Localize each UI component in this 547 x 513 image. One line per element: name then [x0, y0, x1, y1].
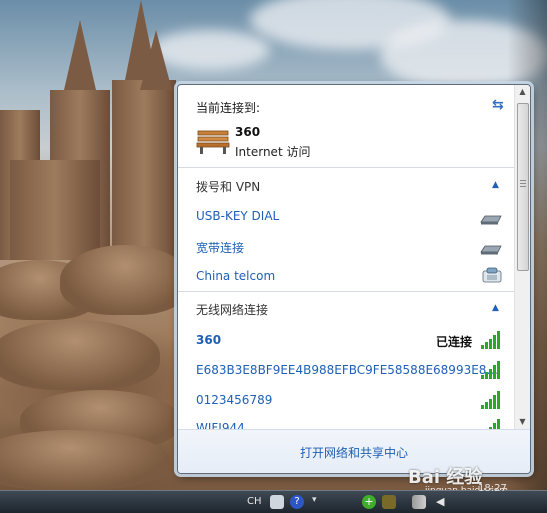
- currently-connected-label: 当前连接到:: [196, 101, 261, 115]
- wifi-wifi944[interactable]: WIFI944: [196, 421, 245, 429]
- wifi-360[interactable]: 360: [196, 333, 221, 347]
- refresh-icon[interactable]: ⇆: [492, 97, 504, 113]
- wireless-header[interactable]: 无线网络连接: [196, 301, 268, 318]
- scroll-thumb[interactable]: [517, 103, 529, 271]
- modem-icon: [480, 215, 502, 225]
- signal-icon: [481, 331, 500, 349]
- scrollbar[interactable]: ▲ ▼: [514, 85, 530, 429]
- dialup-vpn-header[interactable]: 拨号和 VPN: [196, 178, 260, 195]
- ime-indicator[interactable]: CH: [247, 496, 262, 507]
- tray-app-icon[interactable]: [382, 495, 396, 509]
- scroll-up-icon[interactable]: ▲: [515, 85, 530, 99]
- connection-broadband[interactable]: 宽带连接: [196, 239, 244, 256]
- current-network-status: Internet 访问: [235, 145, 311, 159]
- connection-list: 当前连接到: ⇆ 360 Internet 访问 拨号和 VPN ▲ USB-K…: [178, 85, 514, 429]
- divider: [178, 291, 514, 292]
- wifi-0123456789[interactable]: 0123456789: [196, 393, 272, 407]
- modem-icon: [480, 245, 502, 255]
- expand-tray-icon[interactable]: ▾: [312, 495, 326, 509]
- phone-icon: [482, 267, 502, 283]
- current-network-name: 360: [235, 125, 261, 139]
- open-network-sharing-center-link[interactable]: 打开网络和共享中心: [178, 444, 530, 461]
- keyboard-icon[interactable]: [270, 495, 284, 509]
- help-icon[interactable]: ?: [290, 495, 304, 509]
- taskbar: CH ? ▾ + ◀ 18:27: [0, 483, 547, 513]
- connected-status: 已连接: [436, 335, 473, 349]
- volume-icon[interactable]: ◀: [436, 495, 450, 509]
- signal-icon: [481, 391, 500, 409]
- clock-time[interactable]: 18:27: [478, 483, 507, 494]
- signal-icon: [489, 419, 500, 429]
- bench-network-icon: [196, 130, 230, 154]
- connection-china-telcom[interactable]: China telcom: [196, 269, 275, 283]
- connection-usb-key-dial[interactable]: USB-KEY DIAL: [196, 209, 279, 223]
- collapse-dialup-icon[interactable]: ▲: [492, 180, 499, 190]
- signal-icon: [481, 361, 500, 379]
- add-icon[interactable]: +: [362, 495, 376, 509]
- collapse-wireless-icon[interactable]: ▲: [492, 303, 499, 313]
- network-flyout: 当前连接到: ⇆ 360 Internet 访问 拨号和 VPN ▲ USB-K…: [177, 84, 531, 474]
- wifi-e683[interactable]: E683B3E8BF9EE4B988EFBC9FE58588E68993E8..…: [196, 363, 498, 377]
- network-tray-icon[interactable]: [412, 495, 426, 509]
- divider: [178, 167, 514, 168]
- scroll-down-icon[interactable]: ▼: [515, 415, 530, 429]
